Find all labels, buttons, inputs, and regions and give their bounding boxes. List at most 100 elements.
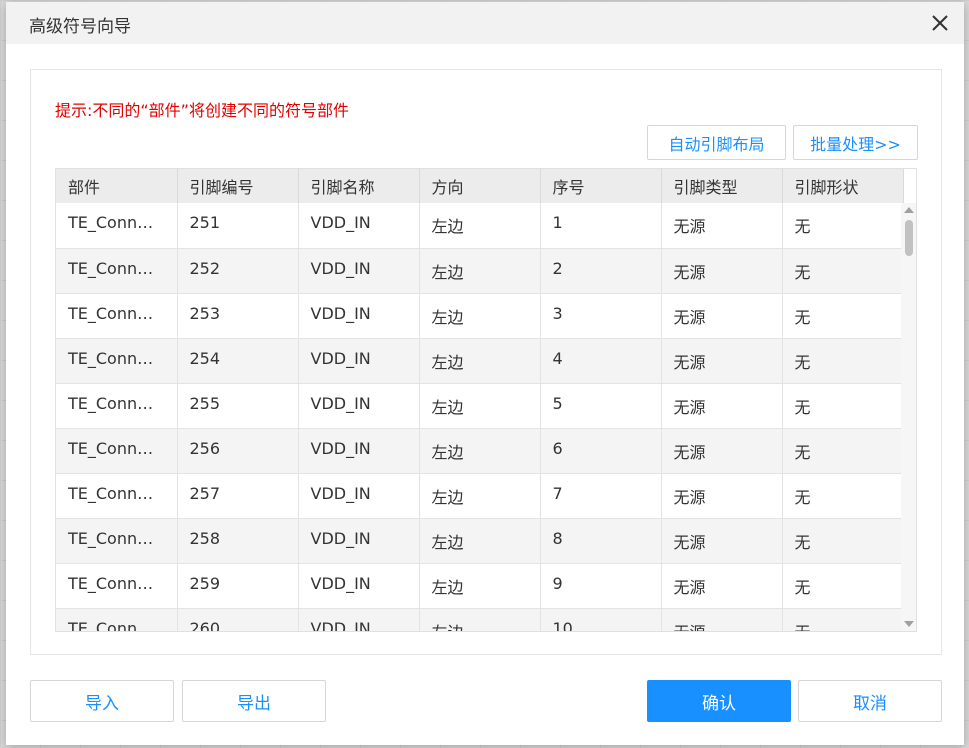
cell-part[interactable]: TE_Conn…: [56, 338, 178, 384]
cell-pin-shape[interactable]: 无: [782, 563, 904, 609]
cell-pin-type[interactable]: 无源: [661, 563, 783, 609]
cancel-button[interactable]: 取消: [798, 680, 942, 722]
cell-pin-type[interactable]: 无源: [661, 473, 783, 519]
column-header-pin-number[interactable]: 引脚编号: [177, 169, 299, 203]
cell-part[interactable]: TE_Conn…: [56, 203, 178, 249]
cell-pin-number[interactable]: 260: [177, 608, 299, 631]
cell-order[interactable]: 2: [540, 248, 662, 294]
cell-pin-type[interactable]: 无源: [661, 383, 783, 429]
cell-pin-name[interactable]: VDD_IN: [298, 293, 420, 339]
cell-pin-type[interactable]: 无源: [661, 203, 783, 249]
table-row[interactable]: TE_Conn… 257 VDD_IN 左边 7 无源 无: [56, 473, 904, 519]
cell-part[interactable]: TE_Conn…: [56, 563, 178, 609]
table-row[interactable]: TE_Conn… 252 VDD_IN 左边 2 无源 无: [56, 248, 904, 294]
cell-pin-name[interactable]: VDD_IN: [298, 338, 420, 384]
column-header-pin-shape[interactable]: 引脚形状: [782, 169, 904, 203]
cell-pin-number[interactable]: 257: [177, 473, 299, 519]
table-row[interactable]: TE_Conn… 251 VDD_IN 左边 1 无源 无: [56, 203, 904, 249]
cell-pin-name[interactable]: VDD_IN: [298, 563, 420, 609]
cell-order[interactable]: 4: [540, 338, 662, 384]
cell-pin-shape[interactable]: 无: [782, 428, 904, 474]
cell-part[interactable]: TE_Conn…: [56, 518, 178, 564]
cell-order[interactable]: 8: [540, 518, 662, 564]
cell-pin-shape[interactable]: 无: [782, 293, 904, 339]
cell-order[interactable]: 10: [540, 608, 662, 631]
cell-direction[interactable]: 左边: [419, 203, 541, 249]
cell-direction[interactable]: 左边: [419, 248, 541, 294]
cell-part[interactable]: TE_Conn…: [56, 248, 178, 294]
table-header-row: 部件 引脚编号 引脚名称 方向 序号 引脚类型 引脚形状: [56, 169, 904, 203]
cell-order[interactable]: 3: [540, 293, 662, 339]
cell-pin-number[interactable]: 251: [177, 203, 299, 249]
cell-pin-shape[interactable]: 无: [782, 203, 904, 249]
cell-order[interactable]: 5: [540, 383, 662, 429]
batch-process-button[interactable]: 批量处理>>: [793, 125, 918, 160]
cell-pin-type[interactable]: 无源: [661, 248, 783, 294]
cell-pin-number[interactable]: 259: [177, 563, 299, 609]
cell-pin-shape[interactable]: 无: [782, 383, 904, 429]
cell-pin-type[interactable]: 无源: [661, 338, 783, 384]
cell-pin-name[interactable]: VDD_IN: [298, 383, 420, 429]
cell-pin-type[interactable]: 无源: [661, 428, 783, 474]
cell-pin-shape[interactable]: 无: [782, 248, 904, 294]
cell-pin-name[interactable]: VDD_IN: [298, 608, 420, 631]
cell-part[interactable]: TE_Conn…: [56, 473, 178, 519]
cell-pin-name[interactable]: VDD_IN: [298, 248, 420, 294]
cell-order[interactable]: 7: [540, 473, 662, 519]
column-header-pin-name[interactable]: 引脚名称: [298, 169, 420, 203]
table-row[interactable]: TE_Conn… 255 VDD_IN 左边 5 无源 无: [56, 383, 904, 429]
cell-direction[interactable]: 左边: [419, 518, 541, 564]
cell-direction[interactable]: 左边: [419, 473, 541, 519]
cell-pin-type[interactable]: 无源: [661, 518, 783, 564]
cell-order[interactable]: 1: [540, 203, 662, 249]
column-header-part[interactable]: 部件: [56, 169, 178, 203]
cell-pin-number[interactable]: 255: [177, 383, 299, 429]
vertical-scrollbar[interactable]: [901, 203, 916, 631]
cell-direction[interactable]: 左边: [419, 293, 541, 339]
cell-order[interactable]: 9: [540, 563, 662, 609]
cell-direction[interactable]: 左边: [419, 563, 541, 609]
cell-part[interactable]: TE_Conn…: [56, 608, 178, 631]
export-button[interactable]: 导出: [182, 680, 326, 722]
table-row[interactable]: TE_Conn… 253 VDD_IN 左边 3 无源 无: [56, 293, 904, 339]
cell-pin-name[interactable]: VDD_IN: [298, 473, 420, 519]
table-row[interactable]: TE_Conn… 256 VDD_IN 左边 6 无源 无: [56, 428, 904, 474]
cell-pin-name[interactable]: VDD_IN: [298, 518, 420, 564]
auto-pin-layout-button[interactable]: 自动引脚布局: [647, 125, 786, 160]
cell-order[interactable]: 6: [540, 428, 662, 474]
table-row[interactable]: TE_Conn… 254 VDD_IN 左边 4 无源 无: [56, 338, 904, 384]
column-header-direction[interactable]: 方向: [419, 169, 541, 203]
cell-pin-shape[interactable]: 无: [782, 608, 904, 631]
cell-pin-type[interactable]: 无源: [661, 293, 783, 339]
cell-pin-number[interactable]: 256: [177, 428, 299, 474]
import-button[interactable]: 导入: [30, 680, 174, 722]
dialog-title: 高级符号向导: [29, 17, 131, 37]
close-icon[interactable]: [930, 13, 950, 33]
column-header-pin-type[interactable]: 引脚类型: [661, 169, 783, 203]
cell-pin-type[interactable]: 无源: [661, 608, 783, 631]
cell-part[interactable]: TE_Conn…: [56, 428, 178, 474]
cell-part[interactable]: TE_Conn…: [56, 383, 178, 429]
scrollbar-thumb[interactable]: [905, 220, 913, 256]
cell-pin-shape[interactable]: 无: [782, 518, 904, 564]
cell-pin-number[interactable]: 253: [177, 293, 299, 339]
cell-pin-name[interactable]: VDD_IN: [298, 428, 420, 474]
column-header-order[interactable]: 序号: [540, 169, 662, 203]
cell-pin-shape[interactable]: 无: [782, 473, 904, 519]
cell-direction[interactable]: 左边: [419, 383, 541, 429]
cell-pin-number[interactable]: 254: [177, 338, 299, 384]
cell-part[interactable]: TE_Conn…: [56, 293, 178, 339]
cell-pin-shape[interactable]: 无: [782, 338, 904, 384]
cell-pin-number[interactable]: 252: [177, 248, 299, 294]
cell-pin-name[interactable]: VDD_IN: [298, 203, 420, 249]
cell-direction[interactable]: 左边: [419, 338, 541, 384]
cell-direction[interactable]: 左边: [419, 428, 541, 474]
scroll-up-arrow-icon[interactable]: [904, 207, 914, 213]
confirm-button[interactable]: 确认: [647, 680, 791, 722]
table-row[interactable]: TE_Conn… 258 VDD_IN 左边 8 无源 无: [56, 518, 904, 564]
cell-pin-number[interactable]: 258: [177, 518, 299, 564]
table-row[interactable]: TE_Conn… 260 VDD_IN 左边 10 无源 无: [56, 608, 904, 631]
cell-direction[interactable]: 左边: [419, 608, 541, 631]
scroll-down-arrow-icon[interactable]: [904, 621, 914, 627]
table-row[interactable]: TE_Conn… 259 VDD_IN 左边 9 无源 无: [56, 563, 904, 609]
